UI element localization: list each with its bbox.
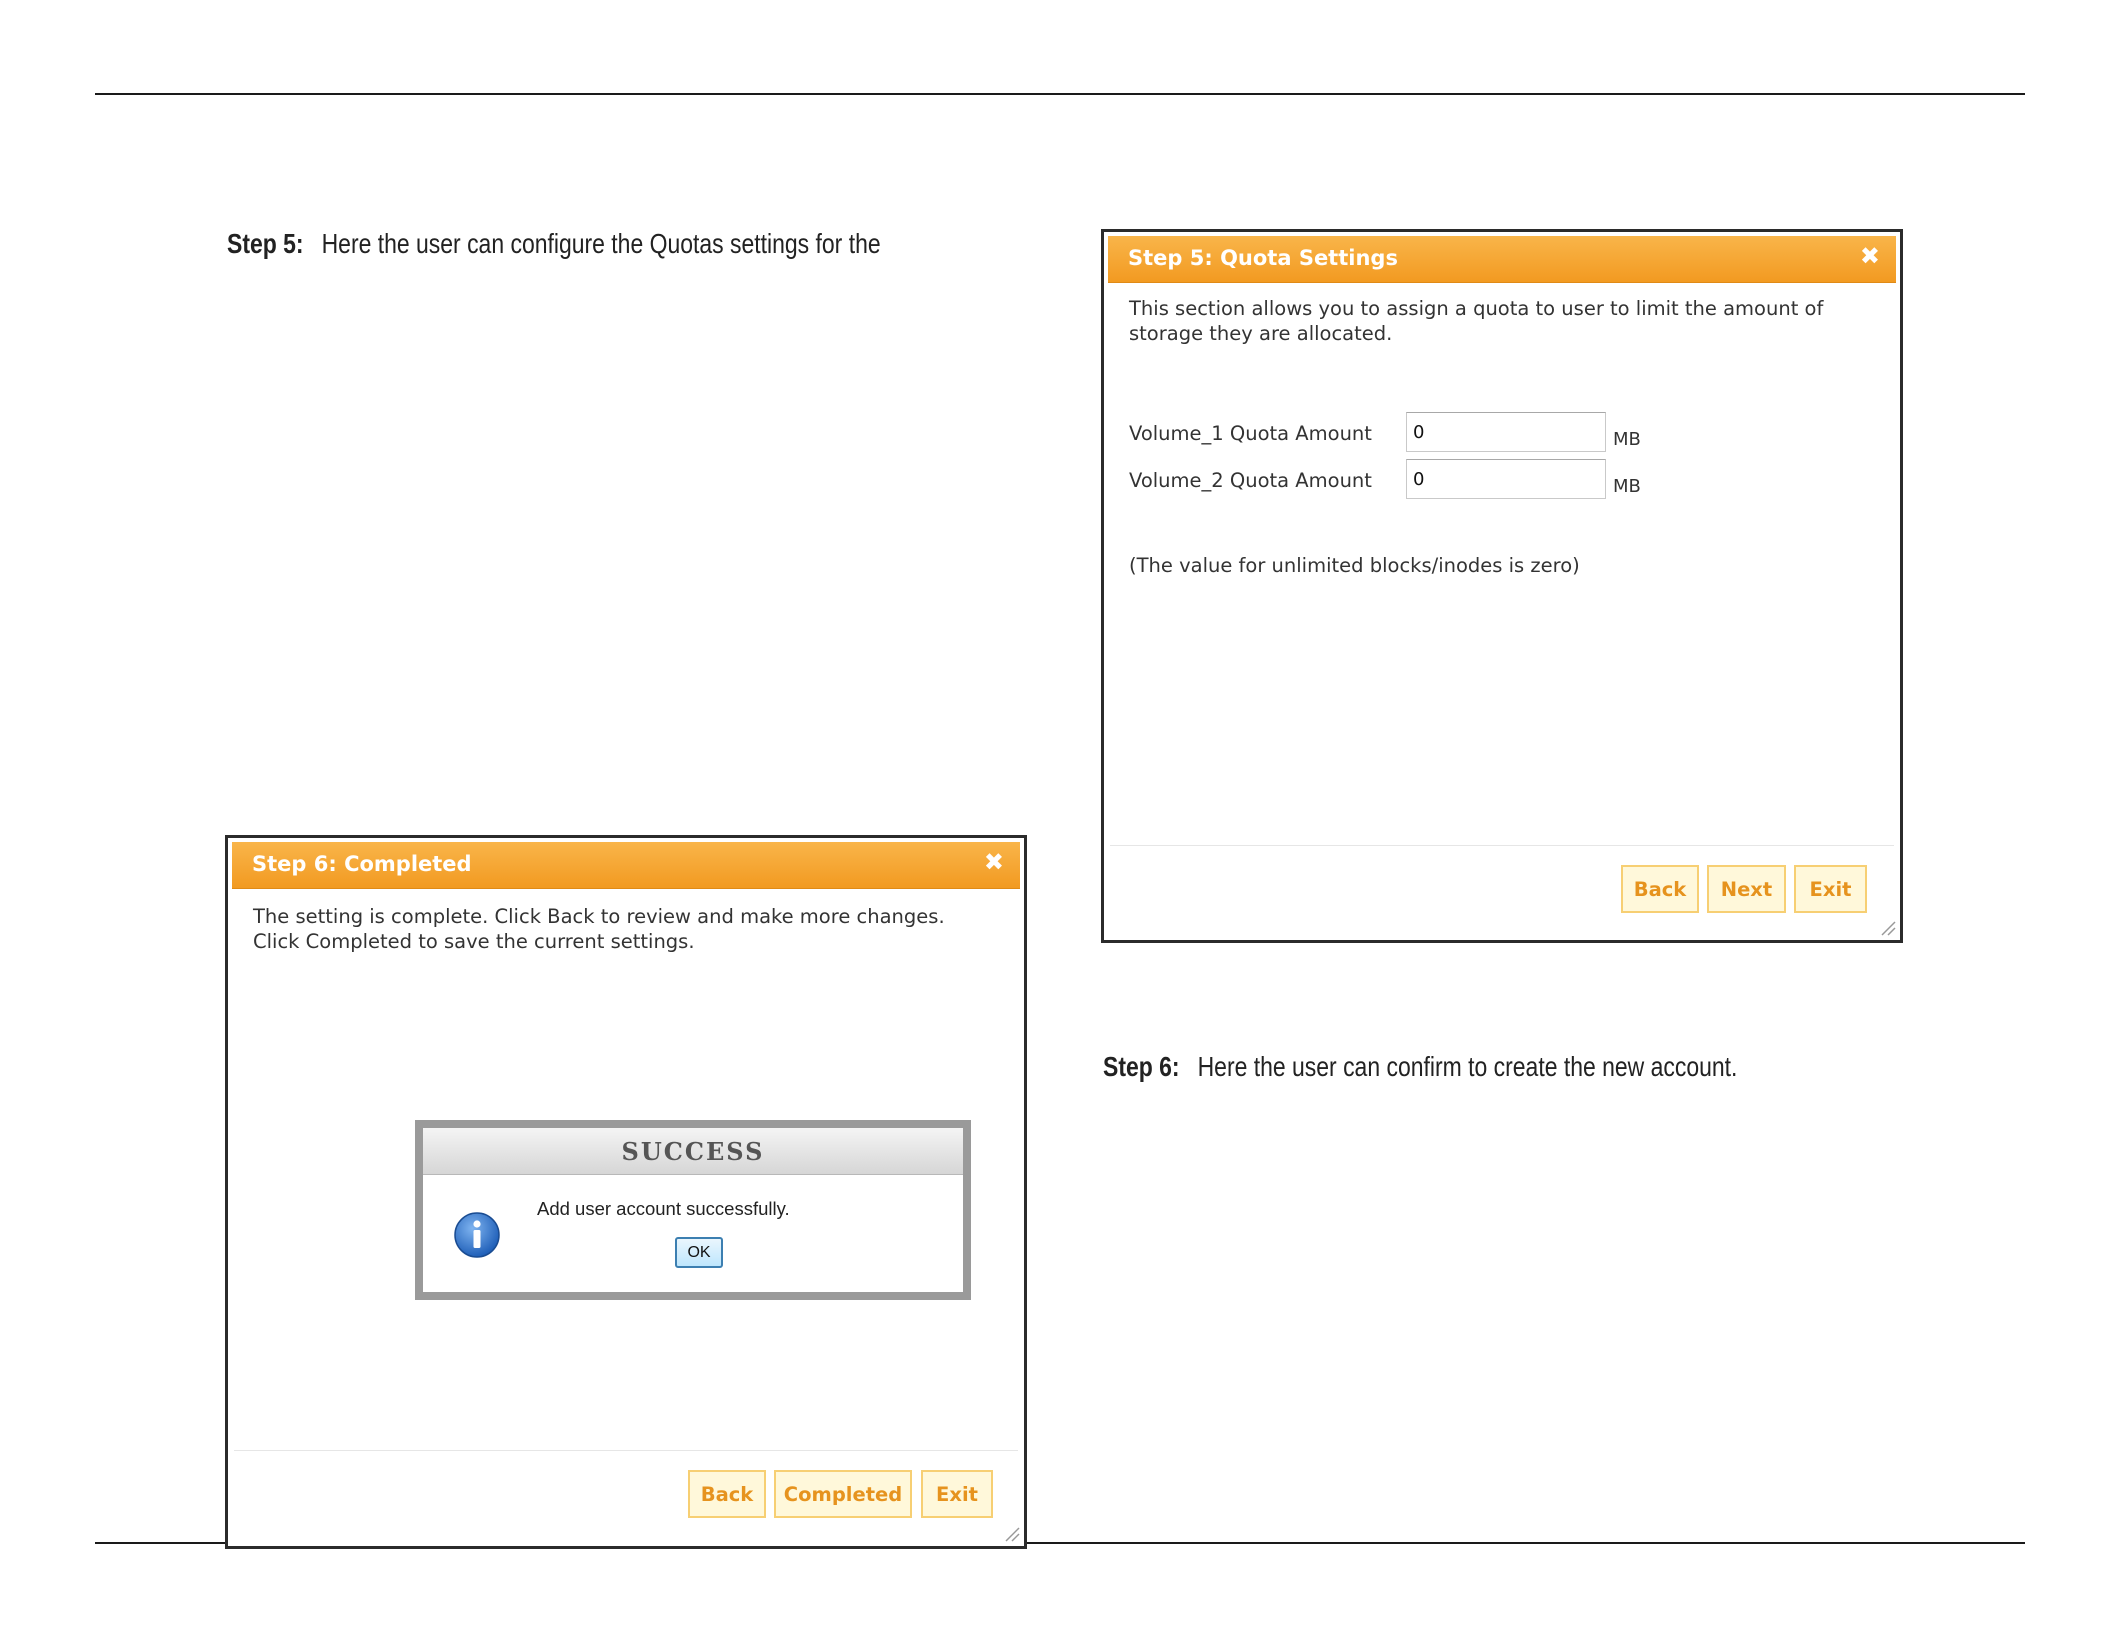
footer-separator: [1110, 845, 1894, 846]
dialog-titlebar[interactable]: Step 6: Completed ✖: [232, 842, 1020, 889]
volume1-unit: MB: [1613, 429, 1641, 450]
next-button[interactable]: Next: [1707, 865, 1786, 913]
step5-label: Step 5:: [227, 228, 304, 259]
volume1-quota-label: Volume_1 Quota Amount: [1129, 422, 1372, 445]
top-rule: [95, 93, 2025, 95]
dialog-title: Step 5: Quota Settings: [1128, 246, 1398, 270]
step6-body: Here the user can confirm to create the …: [1197, 1051, 1738, 1082]
ok-button[interactable]: OK: [675, 1237, 723, 1268]
exit-button[interactable]: Exit: [1794, 865, 1867, 913]
dialog-description: This section allows you to assign a quot…: [1129, 297, 1824, 345]
dialog-description: The setting is complete. Click Back to r…: [253, 905, 945, 953]
volume2-unit: MB: [1613, 476, 1641, 497]
success-popup: SUCCESS Add user account successfully. O…: [415, 1120, 971, 1300]
dialog-title: Step 6: Completed: [252, 852, 472, 876]
close-icon[interactable]: ✖: [1860, 244, 1880, 268]
resize-grip-icon[interactable]: [1878, 918, 1896, 936]
quota-note: (The value for unlimited blocks/inodes i…: [1129, 554, 1580, 577]
success-title: SUCCESS: [423, 1128, 963, 1175]
exit-button[interactable]: Exit: [921, 1470, 993, 1518]
step5-body: Here the user can configure the Quotas s…: [321, 228, 881, 259]
back-button[interactable]: Back: [1621, 865, 1699, 913]
step6-label: Step 6:: [1103, 1051, 1180, 1082]
volume2-quota-label: Volume_2 Quota Amount: [1129, 469, 1372, 492]
back-button[interactable]: Back: [688, 1470, 766, 1518]
quota-settings-dialog: Step 5: Quota Settings ✖ This section al…: [1101, 229, 1903, 943]
step5-caption: Step 5: Here the user can configure the Q…: [227, 228, 881, 260]
info-icon: [454, 1212, 500, 1258]
success-message: Add user account successfully.: [537, 1198, 790, 1219]
volume1-quota-input[interactable]: [1406, 412, 1606, 452]
close-icon[interactable]: ✖: [984, 850, 1004, 874]
volume2-quota-input[interactable]: [1406, 459, 1606, 499]
step6-caption: Step 6: Here the user can confirm to crea…: [1103, 1051, 1737, 1083]
resize-grip-icon[interactable]: [1002, 1524, 1020, 1542]
dialog-titlebar[interactable]: Step 5: Quota Settings ✖: [1108, 236, 1896, 283]
completed-button[interactable]: Completed: [774, 1470, 912, 1518]
footer-separator: [234, 1450, 1018, 1451]
